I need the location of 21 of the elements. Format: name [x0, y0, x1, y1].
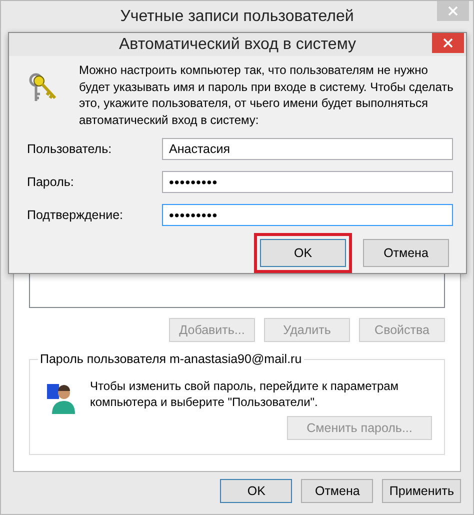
dialog-button[interactable]: Отмена — [301, 479, 374, 503]
close-icon — [443, 38, 453, 48]
field-label: Подтверждение: — [27, 208, 124, 222]
password-field[interactable]: ••••••••• — [162, 204, 453, 226]
password-field[interactable]: ••••••••• — [162, 171, 453, 193]
dialog-title: Автоматический вход в систему — [119, 36, 356, 54]
group-title: Пароль пользователя m-anastasia90@mail.ru — [38, 352, 304, 366]
instruction-text: Чтобы изменить свой пароль, перейдите к параметрам компьютера и выберите "Пользователи". — [90, 378, 400, 410]
keys-icon — [27, 72, 59, 104]
field-label: Пользователь: — [27, 142, 113, 156]
field-label: Пароль: — [27, 175, 75, 189]
dialog-button[interactable]: OK — [220, 479, 292, 503]
dialog-button[interactable]: Применить — [382, 479, 461, 503]
description-text: Можно настроить компьютер так, что пользователям не нужно будет указывать имя и пароль при входе в систему. Чтобы сделать это, укажите пользователя, от чьего имени будет выполняться автоматический вход в систему: — [79, 62, 454, 128]
close-icon — [448, 6, 458, 16]
dialog-button[interactable]: OK — [260, 239, 346, 267]
dialog-button[interactable]: Отмена — [363, 239, 449, 267]
input-field[interactable]: Анастасия — [162, 138, 453, 160]
close-button[interactable] — [432, 33, 464, 53]
window-title: Учетные записи пользователей — [120, 8, 354, 26]
user-icon — [46, 382, 76, 414]
